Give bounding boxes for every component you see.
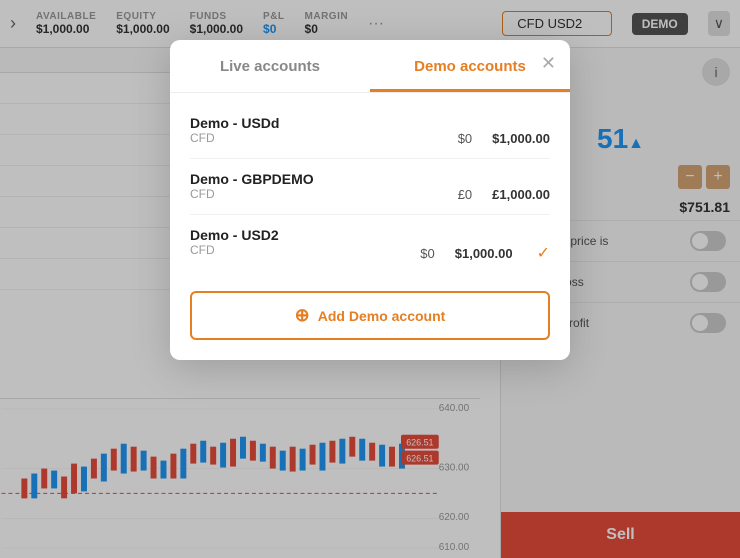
account-values-3: $0 $1,000.00 ✓ [190, 243, 550, 263]
modal-body: Demo - USDd CFD $0 $1,000.00 Demo - GBPD… [170, 93, 570, 360]
account-name-2: Demo - GBPDEMO [190, 171, 550, 187]
modal-close-button[interactable]: ✕ [541, 54, 556, 72]
add-account-plus-icon: ⊕ [295, 305, 310, 326]
account-name-3: Demo - USD2 [190, 227, 550, 243]
tab-live-accounts[interactable]: Live accounts [170, 40, 370, 92]
account-values-1: $0 $1,000.00 [190, 131, 550, 146]
add-demo-account-button[interactable]: ⊕ Add Demo account [190, 291, 550, 340]
modal-overlay[interactable]: Live accounts Demo accounts ✕ Demo - USD… [0, 0, 740, 558]
accounts-modal: Live accounts Demo accounts ✕ Demo - USD… [170, 40, 570, 360]
account-values-2: £0 £1,000.00 [190, 187, 550, 202]
account-balance-small-3: $0 [420, 246, 434, 261]
account-balance-small-2: £0 [458, 187, 472, 202]
account-item-usd2[interactable]: Demo - USD2 CFD $0 $1,000.00 ✓ [190, 215, 550, 275]
account-balance-small-1: $0 [458, 131, 472, 146]
account-item-usd[interactable]: Demo - USDd CFD $0 $1,000.00 [190, 103, 550, 159]
selected-checkmark-icon: ✓ [537, 243, 550, 263]
modal-tabs: Live accounts Demo accounts ✕ [170, 40, 570, 93]
add-account-label: Add Demo account [318, 308, 446, 324]
account-balance-main-3: $1,000.00 [455, 246, 513, 261]
account-balance-main-2: £1,000.00 [492, 187, 550, 202]
account-balance-main-1: $1,000.00 [492, 131, 550, 146]
account-name-1: Demo - USDd [190, 115, 550, 131]
account-item-gbp[interactable]: Demo - GBPDEMO CFD £0 £1,000.00 [190, 159, 550, 215]
